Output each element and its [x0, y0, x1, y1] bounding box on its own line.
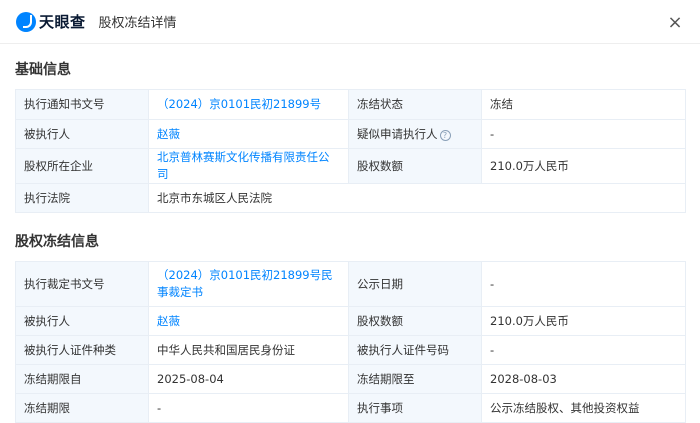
value-freeze-status: 冻结	[481, 89, 686, 120]
table-row: 被执行人 赵薇 疑似申请执行人? -	[15, 119, 686, 149]
notice-number-link[interactable]: （2024）京0101民初21899号	[157, 97, 321, 111]
label-ruling-number: 执行裁定书文号	[15, 261, 149, 307]
value-equity-amount: 210.0万人民币	[481, 148, 686, 184]
table-row: 执行法院 北京市东城区人民法院	[15, 183, 686, 213]
label-company: 股权所在企业	[15, 148, 149, 184]
dialog-title: 股权冻结详情	[98, 16, 177, 31]
value-court: 北京市东城区人民法院	[148, 183, 686, 213]
table-row: 冻结期限 - 执行事项 公示冻结股权、其他投资权益	[15, 393, 686, 423]
value-execution-item: 公示冻结股权、其他投资权益	[481, 393, 686, 423]
company-link[interactable]: 北京普林赛斯文化传播有限责任公司	[157, 150, 330, 181]
label-freeze-term: 冻结期限	[15, 393, 149, 423]
tianyancha-logo: 天眼查	[16, 11, 86, 32]
value-freeze-from: 2025-08-04	[148, 364, 349, 394]
freeze-info-table: 执行裁定书文号 （2024）京0101民初21899号民事裁定书 公示日期 - …	[15, 261, 686, 423]
equity-freeze-dialog: 天眼查 股权冻结详情 × 基础信息 执行通知书文号 （2024）京0101民初2…	[0, 0, 700, 423]
value-company: 北京普林赛斯文化传播有限责任公司	[148, 148, 349, 184]
label-equity-amount-2: 股权数额	[348, 306, 482, 336]
label-id-type: 被执行人证件种类	[15, 335, 149, 365]
label-freeze-to: 冻结期限至	[348, 364, 482, 394]
label-court: 执行法院	[15, 183, 149, 213]
table-row: 被执行人 赵薇 股权数额 210.0万人民币	[15, 306, 686, 336]
value-id-number: -	[481, 335, 686, 365]
value-notice-number: （2024）京0101民初21899号	[148, 89, 349, 120]
value-id-type: 中华人民共和国居民身份证	[148, 335, 349, 365]
section-title-basic: 基础信息	[15, 62, 71, 78]
table-row: 执行裁定书文号 （2024）京0101民初21899号民事裁定书 公示日期 -	[15, 261, 686, 307]
label-suspected-applicant: 疑似申请执行人?	[348, 119, 482, 149]
label-executed-person-2: 被执行人	[15, 306, 149, 336]
value-freeze-term: -	[148, 393, 349, 423]
executed-person-link-2[interactable]: 赵薇	[157, 314, 180, 328]
dialog-header: 天眼查 股权冻结详情 ×	[0, 0, 700, 44]
value-freeze-to: 2028-08-03	[481, 364, 686, 394]
value-executed-person: 赵薇	[148, 119, 349, 149]
value-executed-person-2: 赵薇	[148, 306, 349, 336]
label-freeze-from: 冻结期限自	[15, 364, 149, 394]
label-notice-number: 执行通知书文号	[15, 89, 149, 120]
executed-person-link[interactable]: 赵薇	[157, 127, 180, 141]
value-publish-date: -	[481, 261, 686, 307]
table-row: 股权所在企业 北京普林赛斯文化传播有限责任公司 股权数额 210.0万人民币	[15, 148, 686, 184]
value-suspected-applicant: -	[481, 119, 686, 149]
help-icon[interactable]: ?	[439, 129, 451, 141]
label-publish-date: 公示日期	[348, 261, 482, 307]
table-row: 冻结期限自 2025-08-04 冻结期限至 2028-08-03	[15, 364, 686, 394]
table-row: 执行通知书文号 （2024）京0101民初21899号 冻结状态 冻结	[15, 89, 686, 120]
label-executed-person: 被执行人	[15, 119, 149, 149]
table-row: 被执行人证件种类 中华人民共和国居民身份证 被执行人证件号码 -	[15, 335, 686, 365]
basic-info-table: 执行通知书文号 （2024）京0101民初21899号 冻结状态 冻结 被执行人…	[15, 89, 686, 213]
label-freeze-status: 冻结状态	[348, 89, 482, 120]
label-id-number: 被执行人证件号码	[348, 335, 482, 365]
logo-icon	[16, 11, 36, 32]
close-icon[interactable]: ×	[664, 11, 686, 33]
label-equity-amount: 股权数额	[348, 148, 482, 184]
suspected-applicant-label-text: 疑似申请执行人	[357, 126, 438, 141]
value-ruling-number: （2024）京0101民初21899号民事裁定书	[148, 261, 349, 307]
label-execution-item: 执行事项	[348, 393, 482, 423]
section-title-freeze: 股权冻结信息	[15, 234, 99, 250]
logo-text: 天眼查	[39, 13, 86, 31]
ruling-number-link[interactable]: （2024）京0101民初21899号民事裁定书	[157, 268, 333, 299]
value-equity-amount-2: 210.0万人民币	[481, 306, 686, 336]
